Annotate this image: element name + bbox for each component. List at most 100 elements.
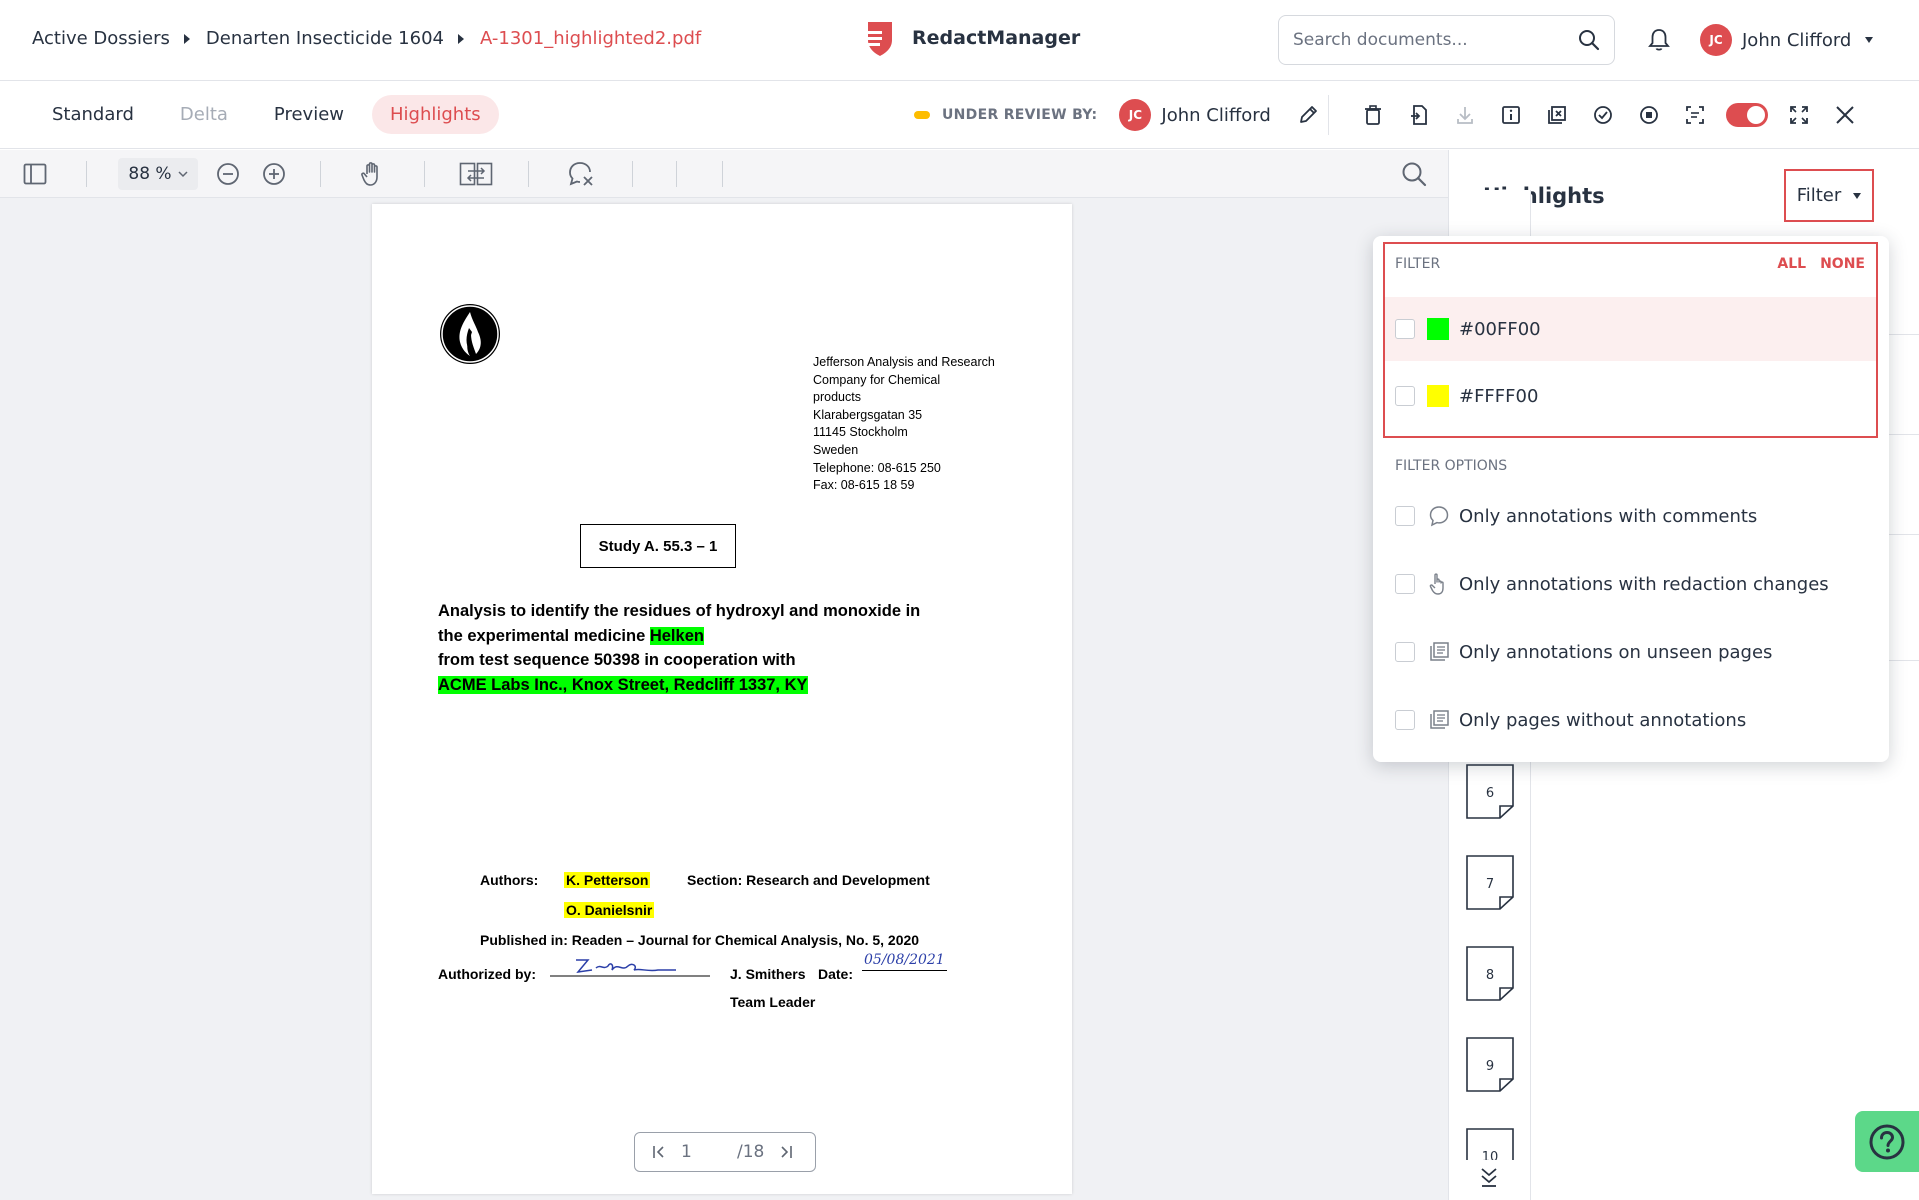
auto-analysis-toggle[interactable] xyxy=(1726,103,1768,127)
toolbar-divider xyxy=(1328,95,1329,135)
zoom-out-button[interactable] xyxy=(212,158,244,190)
filter-option-pages-without-annotations[interactable]: Only pages without annotations xyxy=(1395,700,1746,740)
zoom-in-icon xyxy=(263,163,285,185)
clear-selection-button[interactable] xyxy=(565,158,597,190)
brand-name: RedactManager xyxy=(912,27,1081,49)
breadcrumb-file[interactable]: A-1301_highlighted2.pdf xyxy=(480,28,701,49)
pan-tool-button[interactable] xyxy=(356,158,388,190)
search-icon[interactable] xyxy=(1578,29,1600,51)
select-all-link[interactable]: ALL xyxy=(1777,256,1806,272)
page-thumbnail[interactable]: 9 xyxy=(1466,1037,1514,1092)
color-swatch xyxy=(1427,318,1449,340)
toolbar-separator xyxy=(424,161,425,187)
published-text: Published in: Readen – Journal for Chemi… xyxy=(480,932,920,948)
pencil-icon[interactable] xyxy=(1297,104,1319,126)
user-menu[interactable]: JC John Clifford xyxy=(1700,24,1874,56)
comment-remove-icon xyxy=(569,162,593,186)
first-page-icon[interactable] xyxy=(651,1144,667,1160)
zoom-in-button[interactable] xyxy=(258,158,290,190)
zoom-select[interactable]: 88 % xyxy=(118,158,198,190)
tab-preview[interactable]: Preview xyxy=(256,95,362,134)
highlight-annotation[interactable]: Helken xyxy=(649,626,704,645)
color-checkbox[interactable] xyxy=(1395,386,1415,406)
status-indicator xyxy=(914,111,930,119)
compare-pages-icon xyxy=(459,162,493,186)
comment-icon xyxy=(1427,504,1451,528)
option-checkbox[interactable] xyxy=(1395,574,1415,594)
option-checkbox[interactable] xyxy=(1395,642,1415,662)
address-line: Fax: 08-615 18 59 xyxy=(813,478,915,493)
breadcrumb-separator-icon xyxy=(457,33,464,44)
filter-option-redaction-changes[interactable]: Only annotations with redaction changes xyxy=(1395,564,1829,604)
highlight-annotation[interactable]: K. Petterson xyxy=(564,872,651,888)
page-total: /18 xyxy=(737,1142,765,1162)
pages-icon xyxy=(1427,708,1451,732)
brand[interactable]: RedactManager xyxy=(860,18,1080,58)
help-button[interactable] xyxy=(1855,1111,1919,1172)
info-button[interactable] xyxy=(1488,99,1534,131)
filter-button-label: Filter xyxy=(1796,185,1842,206)
filter-color-option[interactable]: #00FF00 xyxy=(1385,297,1876,361)
tab-delta[interactable]: Delta xyxy=(162,95,246,134)
page-thumbnail[interactable]: 10 xyxy=(1466,1128,1514,1160)
color-swatch xyxy=(1427,385,1449,407)
last-page-icon[interactable] xyxy=(778,1144,794,1160)
company-address: Jefferson Analysis and Research Company … xyxy=(813,354,1023,495)
compare-button[interactable] xyxy=(458,158,494,190)
color-checkbox[interactable] xyxy=(1395,319,1415,339)
option-checkbox[interactable] xyxy=(1395,506,1415,526)
file-export-icon xyxy=(1411,105,1427,125)
document-actions xyxy=(1350,99,1868,131)
option-label: Only annotations with redaction changes xyxy=(1459,573,1829,595)
tab-standard[interactable]: Standard xyxy=(34,95,152,134)
filter-options-heading: FILTER OPTIONS xyxy=(1395,458,1508,474)
reviewer[interactable]: JC John Clifford xyxy=(1119,99,1271,131)
search-input[interactable] xyxy=(1293,30,1578,50)
search-box[interactable] xyxy=(1278,15,1615,65)
thumbnail-page-number: 10 xyxy=(1481,1150,1499,1160)
export-button[interactable] xyxy=(1396,99,1442,131)
option-checkbox[interactable] xyxy=(1395,710,1415,730)
search-document-button[interactable] xyxy=(1398,158,1430,190)
filter-button[interactable]: Filter xyxy=(1784,169,1874,222)
toggle-annotations-button[interactable] xyxy=(1534,99,1580,131)
page-thumbnail[interactable]: 7 xyxy=(1466,855,1514,910)
filter-dropdown: FILTER ALL NONE #00FF00 #FFFF00 FILTER O… xyxy=(1373,236,1889,762)
page-thumbnail[interactable]: 6 xyxy=(1466,764,1514,819)
page-number-input[interactable]: 1 xyxy=(681,1142,737,1162)
signature-image xyxy=(550,959,710,977)
highlight-annotation[interactable]: O. Danielsnir xyxy=(564,902,655,918)
info-icon xyxy=(1502,106,1520,124)
breadcrumb-active-dossiers[interactable]: Active Dossiers xyxy=(32,28,170,49)
page-thumbnail[interactable]: 8 xyxy=(1466,946,1514,1001)
filter-option-comments[interactable]: Only annotations with comments xyxy=(1395,496,1757,536)
highlight-annotation[interactable]: ACME Labs Inc., Knox Street, Redcliff 13… xyxy=(438,675,808,694)
toggle-sidebar-button[interactable] xyxy=(20,158,50,190)
breadcrumb-dossier[interactable]: Denarten Insecticide 1604 xyxy=(206,28,444,49)
question-circle-icon xyxy=(1869,1124,1905,1159)
download-button[interactable] xyxy=(1442,99,1488,131)
document-viewer[interactable]: Jefferson Analysis and Research Company … xyxy=(0,198,1448,1200)
check-circle-icon xyxy=(1594,106,1612,124)
select-none-link[interactable]: NONE xyxy=(1820,256,1865,272)
filter-option-unseen-pages[interactable]: Only annotations on unseen pages xyxy=(1395,632,1772,672)
zoom-value: 88 % xyxy=(128,164,172,184)
scan-button[interactable] xyxy=(1672,99,1718,131)
notification-bell-icon[interactable] xyxy=(1648,28,1670,52)
approve-button[interactable] xyxy=(1580,99,1626,131)
stop-button[interactable] xyxy=(1626,99,1672,131)
review-status: UNDER REVIEW BY: JC John Clifford xyxy=(914,99,1319,131)
close-button[interactable] xyxy=(1822,99,1868,131)
signer-name: J. Smithers xyxy=(730,966,806,982)
filter-color-option[interactable]: #FFFF00 xyxy=(1385,364,1876,428)
fullscreen-button[interactable] xyxy=(1776,99,1822,131)
avatar: JC xyxy=(1700,24,1732,56)
viewer-toolbar: 88 % xyxy=(0,150,1448,198)
delete-button[interactable] xyxy=(1350,99,1396,131)
pdf-page[interactable]: Jefferson Analysis and Research Company … xyxy=(372,204,1072,1194)
reviewer-avatar: JC xyxy=(1119,99,1152,131)
tab-highlights[interactable]: Highlights xyxy=(372,95,499,134)
analysis-text: the experimental medicine xyxy=(438,626,646,645)
date-label: Date: xyxy=(818,966,854,982)
scroll-down-double-chevron-icon[interactable] xyxy=(1478,1166,1500,1188)
